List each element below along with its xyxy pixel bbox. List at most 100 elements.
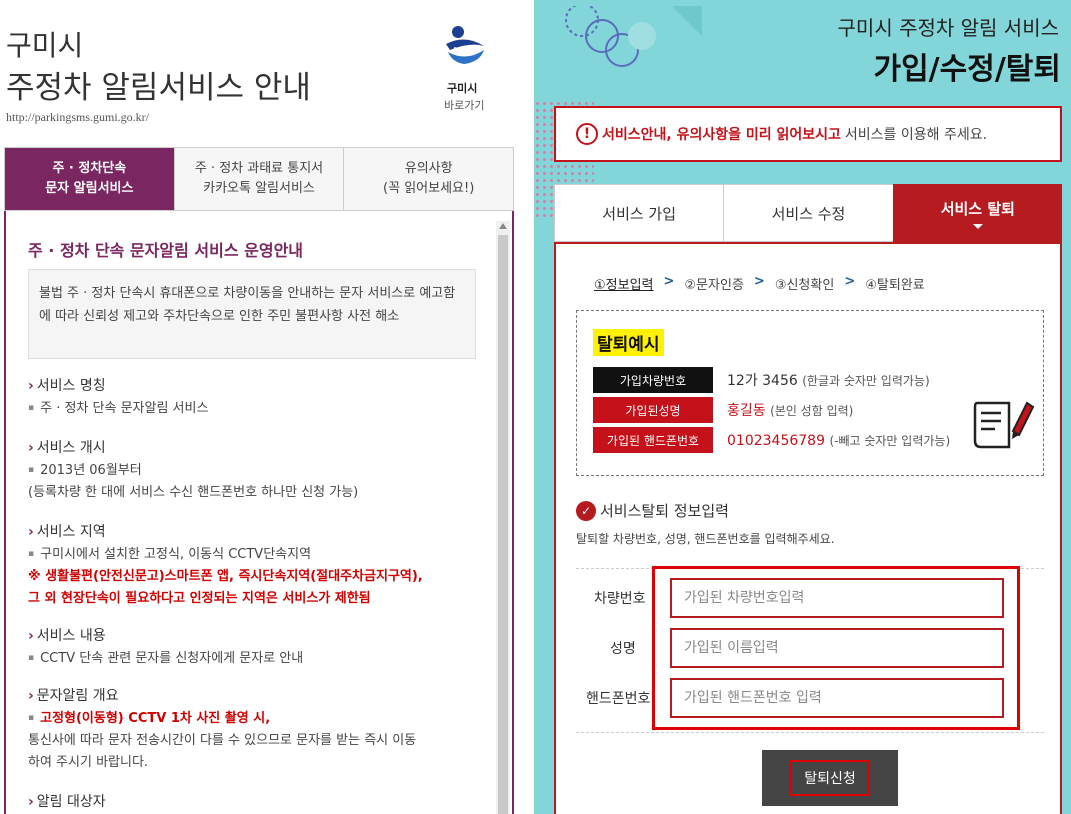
example-title: 탈퇴예시 <box>593 329 664 356</box>
left-panel: 구미시 주정차 알림서비스 안내 http://parkingsms.gumi.… <box>0 0 520 814</box>
page-title-line1: 구미시 <box>6 29 84 62</box>
section-item: CCTV 단속 관련 문자를 신청자에게 문자로 안내 <box>28 647 488 670</box>
tab-kakao-notice[interactable]: 주 · 정차 과태료 통지서 카카오톡 알림서비스 <box>174 148 345 210</box>
scroll-up-icon[interactable] <box>499 223 507 229</box>
notice-banner: ! 서비스안내, 유의사항을 미리 읽어보시고 서비스를 이용해 주세요. <box>554 106 1062 162</box>
example-row: 가입차량번호 12가 3456 (한글과 숫자만 입력가능) <box>593 367 930 393</box>
scrollbar-thumb[interactable] <box>498 235 508 814</box>
step-2: ②문자인증 <box>684 278 744 293</box>
caret-down-icon <box>972 223 983 229</box>
phone-input[interactable] <box>670 678 1004 718</box>
service-title-big: 가입/수정/탈퇴 <box>873 52 1061 87</box>
section-item: 고정형(이동형) CCTV 1차 사진 촬영 시, <box>28 707 488 730</box>
tab-precautions[interactable]: 유의사항 (꼭 읽어보세요!) <box>344 148 514 210</box>
service-tabs: 서비스 가입 서비스 수정 서비스 탈퇴 <box>554 184 1062 242</box>
divider <box>576 732 1044 733</box>
section-extra: 하여 주시기 바랍니다. <box>28 755 149 770</box>
step-1: ①정보입력 <box>594 278 654 293</box>
info-content-box: 주 · 정차 단속 문자알림 서비스 운영안내 불법 주 · 정차 단속시 휴대… <box>4 211 514 814</box>
withdraw-form-box: ①정보입력 > ②문자인증 > ③신청확인 > ④탈퇴완료 탈퇴예시 가입차량번… <box>554 242 1062 814</box>
tab-parking-sms[interactable]: 주 · 정차단속 문자 알림서비스 <box>5 148 175 210</box>
scrollbar[interactable] <box>496 221 510 814</box>
check-circle-icon: ✓ <box>576 500 596 521</box>
tab-label-line1: 유의사항 <box>404 161 453 176</box>
phone-label: 핸드폰번호 <box>586 691 651 707</box>
example-row: 가입된 핸드폰번호 01023456789 (-빼고 숫자만 입력가능) <box>593 427 950 453</box>
section-service-start: ›서비스 개시 2013년 06월부터 (등록차량 한 대에 서비스 수신 핸드… <box>28 437 488 504</box>
document-pen-icon <box>973 401 1035 449</box>
chevron-right-icon: › <box>28 440 34 456</box>
withdraw-submit-button[interactable]: 탈퇴신청 <box>762 750 898 806</box>
step-3: ③신청확인 <box>774 278 835 293</box>
step-arrow-icon: > <box>663 274 675 289</box>
section-item: 주 · 정차 단속 문자알림 서비스 <box>28 397 488 420</box>
section-target: › 알림 대상자 <box>28 791 488 813</box>
example-label: 가입된 핸드폰번호 <box>593 427 713 453</box>
example-label: 가입된성명 <box>593 397 713 423</box>
example-value-wrap: 12가 3456 (한글과 숫자만 입력가능) <box>727 370 930 390</box>
site-url: http://parkingsms.gumi.go.kr/ <box>6 110 149 124</box>
tab-label-line1: 주 · 정차단속 <box>52 161 127 176</box>
step-4: ④탈퇴완료 <box>865 278 925 293</box>
submit-label: 탈퇴신청 <box>790 760 870 796</box>
withdraw-example-box: 탈퇴예시 가입차량번호 12가 3456 (한글과 숫자만 입력가능) 가입된성… <box>576 310 1044 476</box>
section-sms-overview: ›문자알림 개요 고정형(이동형) CCTV 1차 사진 촬영 시, 통신사에 … <box>28 685 488 774</box>
section-warning: ※ 생활불편(안전신문고)스마트폰 앱, 즉시단속지역(절대주차금지구역), <box>28 569 423 584</box>
name-label: 성명 <box>610 641 636 657</box>
logo-shortcut-link[interactable]: 바로가기 <box>444 97 484 113</box>
chevron-right-icon: › <box>28 794 34 810</box>
section-item: 2013년 06월부터 <box>28 459 488 482</box>
section-title: 알림 대상자 <box>36 794 106 810</box>
name-input[interactable] <box>670 628 1004 668</box>
page-title-line2: 주정차 알림서비스 안내 <box>6 70 311 106</box>
content-heading: 주 · 정차 단속 문자알림 서비스 운영안내 <box>28 241 304 260</box>
example-value-wrap: 홍길동 (본인 성함 입력) <box>727 400 853 420</box>
tab-withdraw-label: 서비스 탈퇴 <box>940 199 1015 218</box>
logo-name: 구미시 <box>447 82 478 95</box>
chevron-right-icon: › <box>28 628 34 644</box>
section-service-name: ›서비스 명칭 주 · 정차 단속 문자알림 서비스 <box>28 375 488 420</box>
intro-text: 불법 주 · 정차 단속시 휴대폰으로 차량이동을 안내하는 문자 서비스로 예… <box>28 269 476 359</box>
section-title: 서비스 명칭 <box>36 378 106 394</box>
section-warning: 그 외 현장단속이 필요하다고 인정되는 지역은 서비스가 제한됨 <box>28 591 371 606</box>
tab-withdraw[interactable]: 서비스 탈퇴 <box>892 184 1062 242</box>
gumi-logo-icon[interactable] <box>440 22 490 70</box>
section-service-area: ›서비스 지역 구미시에서 설치한 고정식, 이동식 CCTV단속지역 ※ 생활… <box>28 521 488 610</box>
section-item: 구미시에서 설치한 고정식, 이동식 CCTV단속지역 <box>28 543 488 566</box>
tab-label-line2: 카카오톡 알림서비스 <box>203 181 315 196</box>
step-arrow-icon: > <box>753 274 765 289</box>
section-title: 서비스탈퇴 정보입력 <box>600 502 729 520</box>
example-label: 가입차량번호 <box>593 367 713 393</box>
notice-text: 서비스를 이용해 주세요. <box>844 127 988 143</box>
section-title: 서비스 지역 <box>36 524 106 540</box>
car-number-label: 차량번호 <box>594 591 646 607</box>
example-note: (한글과 숫자만 입력가능) <box>802 374 930 388</box>
section-title: 서비스 개시 <box>36 440 106 456</box>
car-number-input[interactable] <box>670 578 1004 618</box>
service-title-small: 구미시 주정차 알림 서비스 <box>837 16 1059 40</box>
tab-label-line2: 문자 알림서비스 <box>45 181 134 196</box>
exclamation-icon: ! <box>576 123 598 145</box>
example-value: 01023456789 <box>727 432 825 449</box>
tab-join[interactable]: 서비스 가입 <box>554 184 724 242</box>
section-heading: ✓ 서비스탈퇴 정보입력 <box>576 500 729 521</box>
tab-label-line1: 주 · 정차 과태료 통지서 <box>194 161 324 176</box>
section-extra: 통신사에 따라 문자 전송시간이 다를 수 있으므로 문자를 받는 즉시 이동 <box>28 733 417 748</box>
section-extra: (등록차량 한 대에 서비스 수신 핸드폰번호 하나만 신청 가능) <box>28 485 359 500</box>
tab-label-line2: (꼭 읽어보세요!) <box>383 181 475 196</box>
step-indicator: ①정보입력 > ②문자인증 > ③신청확인 > ④탈퇴완료 <box>594 274 925 293</box>
example-value: 12가 3456 <box>727 373 798 389</box>
chevron-right-icon: › <box>28 378 34 394</box>
chevron-right-icon: › <box>28 688 34 704</box>
example-note: (-빼고 숫자만 입력가능) <box>829 433 951 448</box>
example-note: (본인 성함 입력) <box>770 404 854 418</box>
tab-modify[interactable]: 서비스 수정 <box>723 184 893 242</box>
notice-highlight: 서비스안내, 유의사항을 미리 읽어보시고 <box>602 127 841 143</box>
section-title: 서비스 내용 <box>36 628 106 644</box>
section-service-content: ›서비스 내용 CCTV 단속 관련 문자를 신청자에게 문자로 안내 <box>28 625 488 670</box>
section-description: 탈퇴할 차량번호, 성명, 핸드폰번호를 입력해주세요. <box>576 532 835 546</box>
chevron-right-icon: › <box>28 524 34 540</box>
example-row: 가입된성명 홍길동 (본인 성함 입력) <box>593 397 853 423</box>
example-value: 홍길동 <box>727 403 766 419</box>
step-arrow-icon: > <box>844 274 856 289</box>
